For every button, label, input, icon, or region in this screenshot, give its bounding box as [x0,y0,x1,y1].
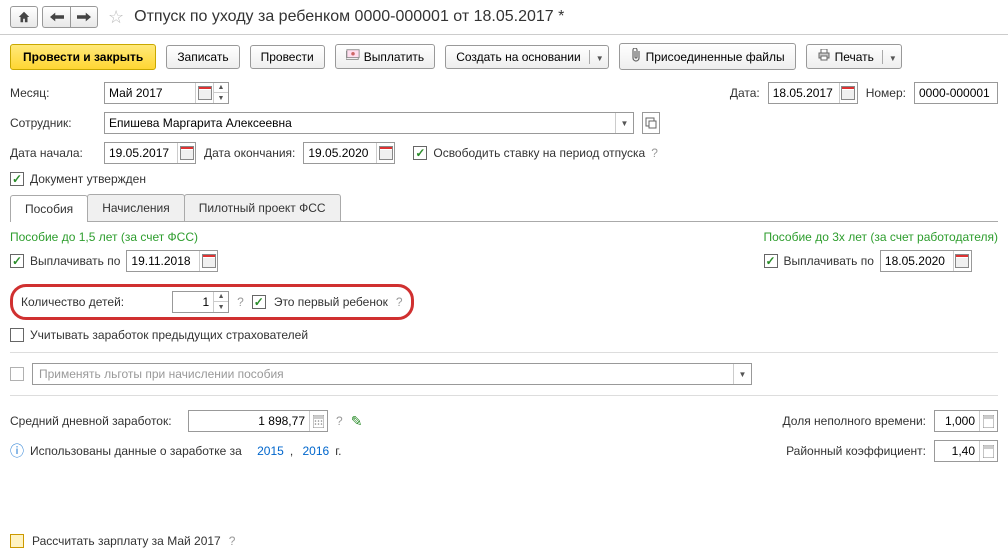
children-spinner[interactable]: ▲▼ [213,292,228,312]
caret-down-icon [589,50,604,64]
employee-field[interactable] [104,112,634,134]
month-label: Месяц: [10,86,96,100]
help-icon[interactable]: ? [229,534,236,548]
forward-button[interactable] [70,6,98,28]
pay-until-fss-checkbox[interactable] [10,254,24,268]
calculator-icon[interactable] [979,411,997,431]
release-rate-label: Освободить ставку на период отпуска [433,146,645,160]
employer-section-header: Пособие до 3х лет (за счет работодателя) [764,230,999,244]
fss-section-header: Пособие до 1,5 лет (за счет ФСС) [10,230,764,244]
pay-until-emp-checkbox[interactable] [764,254,778,268]
part-time-field[interactable] [934,410,998,432]
region-coef-field[interactable] [934,440,998,462]
tab-benefits[interactable]: Пособия [10,195,88,222]
prev-insurers-label: Учитывать заработок предыдущих страховат… [30,328,308,342]
number-label: Номер: [866,86,906,100]
tab-pilot-fss[interactable]: Пилотный проект ФСС [184,194,341,221]
children-highlight: Количество детей: ▲▼ ? Это первый ребено… [10,284,414,320]
calculator-icon[interactable] [979,441,997,461]
dropdown-icon[interactable] [733,364,751,384]
year-suffix: г. [335,444,341,458]
create-based-button[interactable]: Создать на основании [445,45,608,69]
employee-label: Сотрудник: [10,116,96,130]
help-icon[interactable]: ? [237,295,244,309]
pencil-icon[interactable]: ✎ [351,413,363,430]
date-field[interactable] [768,82,858,104]
calendar-icon[interactable] [839,83,857,103]
tab-accruals[interactable]: Начисления [87,194,185,221]
calendar-icon[interactable] [199,251,217,271]
number-field[interactable] [914,82,998,104]
date-label: Дата: [730,86,760,100]
region-coef-label: Районный коэффициент: [786,444,926,458]
children-count-field[interactable]: ▲▼ [172,291,229,313]
info-icon: ⓘ [10,441,24,461]
start-date-field[interactable] [104,142,196,164]
pay-until-fss-label: Выплачивать по [30,254,120,268]
calendar-icon[interactable] [376,143,394,163]
year1-link[interactable]: 2015 [257,444,284,458]
avg-daily-field[interactable] [188,410,328,432]
pay-until-emp-field[interactable] [880,250,972,272]
back-button[interactable] [42,6,70,28]
paperclip-icon [630,48,642,65]
first-child-label: Это первый ребенок [274,295,388,309]
calendar-icon[interactable] [953,251,971,271]
home-button[interactable] [10,6,38,28]
pay-button[interactable]: Выплатить [335,44,436,69]
part-time-label: Доля неполного времени: [783,414,926,428]
approved-label: Документ утвержден [30,172,146,186]
open-employee-button[interactable] [642,112,660,134]
calculator-icon[interactable] [309,411,327,431]
submit-and-close-button[interactable]: Провести и закрыть [10,44,156,70]
print-button[interactable]: Печать [806,44,902,69]
start-date-label: Дата начала: [10,146,96,160]
avg-daily-label: Средний дневной заработок: [10,414,180,428]
month-spinner[interactable]: ▲▼ [213,83,228,103]
used-data-label: Использованы данные о заработке за [30,444,242,458]
release-rate-checkbox[interactable] [413,146,427,160]
help-icon[interactable]: ? [651,146,658,160]
printer-icon [817,49,831,64]
apply-benefits-checkbox[interactable] [10,367,24,381]
help-icon[interactable]: ? [396,295,403,309]
dropdown-icon[interactable] [615,113,633,133]
calc-salary-checkbox[interactable] [10,534,24,548]
caret-down-icon [882,50,897,64]
approved-checkbox[interactable] [10,172,24,186]
month-field[interactable]: ▲▼ [104,82,229,104]
pay-label: Выплатить [364,50,425,64]
save-button[interactable]: Записать [166,45,239,69]
favorite-star-icon[interactable]: ☆ [108,7,124,28]
apply-benefits-field[interactable] [32,363,752,385]
help-icon[interactable]: ? [336,414,343,428]
attached-files-button[interactable]: Присоединенные файлы [619,43,796,70]
calendar-icon[interactable] [195,83,213,103]
calendar-icon[interactable] [177,143,195,163]
end-date-label: Дата окончания: [204,146,295,160]
end-date-field[interactable] [303,142,395,164]
prev-insurers-checkbox[interactable] [10,328,24,342]
first-child-checkbox[interactable] [252,295,266,309]
year2-link[interactable]: 2016 [303,444,330,458]
children-count-label: Количество детей: [21,295,124,309]
submit-button[interactable]: Провести [250,45,325,69]
money-icon [346,49,360,64]
pay-until-fss-field[interactable] [126,250,218,272]
document-title: Отпуск по уходу за ребенком 0000-000001 … [134,8,564,26]
calc-salary-label: Рассчитать зарплату за Май 2017 [32,534,221,548]
pay-until-emp-label: Выплачивать по [784,254,874,268]
